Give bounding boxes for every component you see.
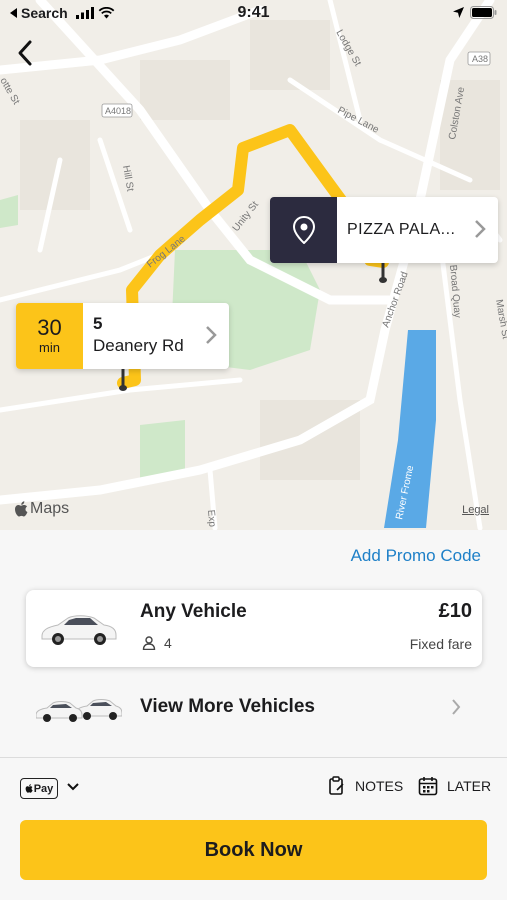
road-shield: A38: [472, 54, 488, 64]
apple-logo-icon: [25, 784, 33, 793]
add-promo-code-link[interactable]: Add Promo Code: [351, 546, 481, 566]
eta-box: 30 min: [16, 303, 83, 369]
fare-type: Fixed fare: [409, 636, 472, 652]
apple-maps-attribution: Maps: [14, 500, 69, 518]
street-label: Hill St: [120, 165, 135, 193]
origin-callout[interactable]: 30 min 5 Deanery Rd: [16, 303, 229, 369]
seat-count: 4: [164, 635, 172, 651]
chevron-right-icon: [452, 699, 461, 715]
later-label: LATER: [447, 778, 492, 794]
location-arrow-icon: [453, 7, 464, 18]
destination-icon-box: [270, 197, 337, 263]
street-label: Lodge St: [333, 28, 363, 68]
vehicle-name: Any Vehicle: [140, 601, 247, 622]
vehicle-option-card[interactable]: Any Vehicle 4 £10 Fixed fare: [26, 590, 482, 667]
origin-street: Deanery Rd: [93, 336, 184, 355]
origin-house-number: 5: [93, 314, 103, 333]
vehicle-price: £10: [438, 600, 472, 622]
view-more-vehicles-row[interactable]: View More Vehicles: [0, 680, 507, 736]
status-bar: Search 9:41: [0, 0, 507, 28]
multiple-cars-icon: [36, 699, 122, 722]
calendar-icon: [418, 777, 438, 796]
back-arrow-icon[interactable]: [12, 38, 40, 68]
options-row: Pay NOTES LATER: [0, 758, 507, 820]
later-button[interactable]: LATER: [418, 776, 491, 796]
chevron-right-icon: [206, 326, 217, 344]
destination-callout[interactable]: PIZZA PALA...: [270, 197, 498, 263]
street-label: Unity St: [231, 199, 261, 234]
eta-number: 30: [37, 315, 62, 340]
status-time: 9:41: [237, 4, 270, 21]
notes-label: NOTES: [355, 778, 404, 794]
location-pin-icon: [292, 216, 315, 244]
street-label: otte St: [0, 76, 21, 107]
chevron-right-icon: [475, 220, 486, 238]
view-more-vehicles-label: View More Vehicles: [140, 696, 315, 717]
map-canvas[interactable]: otte St Hill St Lodge St Pipe Lane Colst…: [0, 0, 507, 530]
booking-sheet: Add Promo Code Any Vehicle 4 £10 Fixed f…: [0, 530, 507, 900]
chevron-down-icon[interactable]: [66, 782, 80, 792]
status-right: [453, 6, 497, 19]
apple-pay-selector[interactable]: Pay: [20, 778, 58, 799]
apple-logo-icon: [15, 501, 28, 517]
book-now-button[interactable]: Book Now: [20, 820, 487, 880]
maps-label: Maps: [30, 500, 70, 517]
car-icon: [41, 615, 117, 645]
street-label: Marsh St: [493, 299, 507, 341]
legal-link[interactable]: Legal: [462, 504, 489, 516]
battery-icon: [470, 6, 497, 19]
street-label: Exp: [205, 509, 217, 528]
eta-unit: min: [39, 340, 60, 355]
passenger-icon: [142, 636, 156, 650]
payment-method-label: Pay: [33, 782, 54, 795]
notes-icon: [329, 776, 344, 795]
map-view[interactable]: otte St Hill St Lodge St Pipe Lane Colst…: [0, 0, 507, 530]
notes-button[interactable]: NOTES: [328, 776, 403, 796]
road-shield: A4018: [105, 106, 131, 116]
vehicle-seats: 4: [142, 635, 172, 651]
